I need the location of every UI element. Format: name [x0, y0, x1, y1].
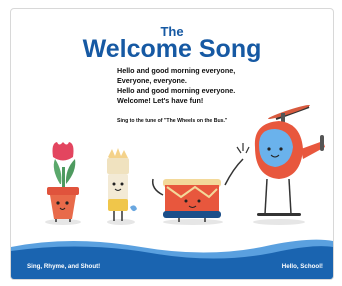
helicopter-icon — [254, 104, 325, 216]
footer-series-title: Sing, Rhyme, and Shout! — [27, 263, 101, 270]
flower-pot-icon — [47, 142, 79, 222]
song-card: The Welcome Song Hello and good morning … — [10, 8, 334, 280]
illustration — [11, 104, 333, 279]
paintbrush-icon — [107, 148, 137, 221]
drum-icon — [151, 178, 221, 222]
footer-book-title: Hello, School! — [281, 263, 323, 270]
